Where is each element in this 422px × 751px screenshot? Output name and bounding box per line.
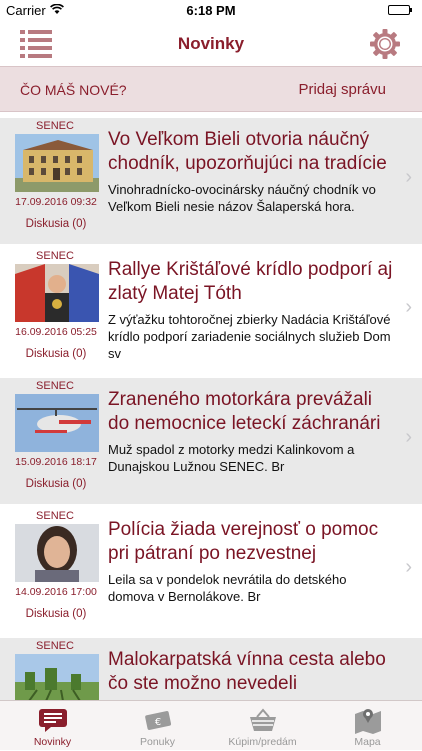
page-title: Novinky xyxy=(177,34,245,53)
news-thumbnail xyxy=(15,524,99,582)
tab-label: Novinky xyxy=(33,736,72,748)
news-list: SENEC 17.09.2016 09:32 Diskusia (0) Vo V… xyxy=(0,118,422,700)
news-item[interactable]: SENEC 17.09.2016 09:32 Diskusia (0) Vo V… xyxy=(0,118,422,244)
navigation-bar: Novinky xyxy=(0,22,422,66)
news-item[interactable]: SENEC 14.09.2016 17:00 Diskusia (0) Polí… xyxy=(0,508,422,634)
discussion-link[interactable]: Diskusia (0) xyxy=(0,608,112,620)
news-summary: Leila sa v pondelok nevrátila do detskéh… xyxy=(108,572,347,604)
tab-ponuky[interactable]: € Ponuky xyxy=(105,701,210,751)
news-region: SENEC xyxy=(36,120,74,132)
news-thumbnail xyxy=(15,394,99,452)
chevron-right-icon: › xyxy=(405,296,412,318)
tab-kupim-predam[interactable]: Kúpim/predám xyxy=(210,701,315,751)
news-region: SENEC xyxy=(36,510,74,522)
gear-icon xyxy=(370,29,400,59)
news-region: SENEC xyxy=(36,380,74,392)
offers-icon: € xyxy=(145,711,172,730)
whats-new-prompt[interactable]: ČO MÁŠ NOVÉ? xyxy=(20,82,127,98)
news-headline: Zraneného motorkára prevážali do nemocni… xyxy=(108,389,381,434)
basket-icon xyxy=(250,708,276,731)
discussion-link[interactable]: Diskusia (0) xyxy=(0,478,112,490)
news-date: 17.09.2016 09:32 xyxy=(15,196,97,208)
tab-label: Mapa xyxy=(354,736,381,748)
add-post-button[interactable]: Pridaj správu xyxy=(298,81,386,98)
news-summary: Z výťažku tohtoročnej zbierky Nadácia Kr… xyxy=(108,312,391,361)
news-thumbnail xyxy=(15,134,99,192)
news-headline: Rallye Krištáľové krídlo podporí aj zlat… xyxy=(108,259,393,304)
svg-text:€: € xyxy=(155,717,161,728)
compose-bar: ČO MÁŠ NOVÉ? Pridaj správu xyxy=(0,66,422,112)
news-region: SENEC xyxy=(36,250,74,262)
discussion-link[interactable]: Diskusia (0) xyxy=(0,348,112,360)
news-summary: Muž spadol z motorky medzi Kalinkovom a … xyxy=(108,442,355,474)
chevron-right-icon: › xyxy=(405,166,412,188)
news-region: SENEC xyxy=(36,640,74,652)
tab-mapa[interactable]: Mapa xyxy=(315,701,420,751)
news-headline: Vo Veľkom Bieli otvoria náučný chodník, … xyxy=(108,129,387,174)
status-time: 6:18 PM xyxy=(186,3,236,18)
news-item[interactable]: SENEC 16.09.2016 05:25 Diskusia (0) Rall… xyxy=(0,248,422,374)
news-thumbnail xyxy=(15,654,99,700)
tab-novinky[interactable]: Novinky xyxy=(0,701,105,751)
battery-icon xyxy=(388,5,412,15)
news-summary: Vinohradnícko-ovocinársky náučný chodník… xyxy=(108,182,376,214)
tab-bar: Novinky € Ponuky Kúpim/predám Mapa xyxy=(0,700,422,750)
map-icon xyxy=(355,709,381,734)
news-icon xyxy=(39,709,67,732)
status-bar: Carrier 6:18 PM xyxy=(0,0,422,22)
settings-button[interactable] xyxy=(368,27,402,61)
chevron-right-icon: › xyxy=(405,556,412,578)
chevron-right-icon: › xyxy=(405,426,412,448)
tab-label: Ponuky xyxy=(139,736,176,748)
news-item[interactable]: SENEC Malokarpatská vínna cesta alebo čo… xyxy=(0,638,422,700)
news-date: 15.09.2016 18:17 xyxy=(15,456,97,468)
news-headline: Malokarpatská vínna cesta alebo čo ste m… xyxy=(108,649,386,694)
tab-label: Kúpim/predám xyxy=(228,736,297,748)
news-date: 14.09.2016 17:00 xyxy=(15,586,97,598)
news-item[interactable]: SENEC 15.09.2016 18:17 Diskusia (0) Zran… xyxy=(0,378,422,504)
news-headline: Polícia žiada verejnosť o pomoc pri pátr… xyxy=(108,519,379,564)
news-date: 16.09.2016 05:25 xyxy=(15,326,97,338)
discussion-link[interactable]: Diskusia (0) xyxy=(0,218,112,230)
news-thumbnail xyxy=(15,264,99,322)
